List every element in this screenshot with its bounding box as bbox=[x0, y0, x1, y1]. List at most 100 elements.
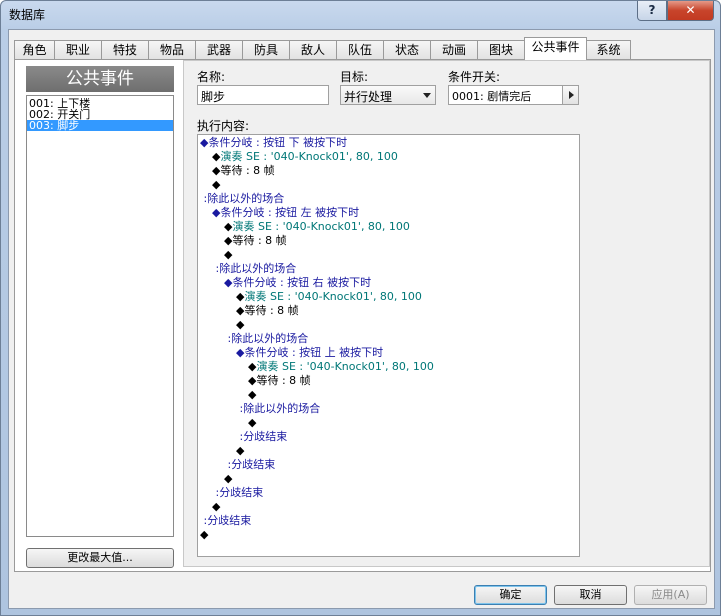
command-row[interactable]: ◆ bbox=[236, 318, 244, 332]
command-row[interactable]: :分歧结束 bbox=[236, 430, 287, 444]
command-text: :分歧结束 bbox=[224, 458, 276, 471]
command-text: :分歧结束 bbox=[236, 430, 288, 443]
name-label: 名称: bbox=[197, 70, 226, 84]
window-title: 数据库 bbox=[9, 8, 46, 22]
command-row[interactable]: ◆ bbox=[212, 500, 220, 514]
tab-6[interactable]: 敌人 bbox=[289, 40, 337, 59]
tab-2[interactable]: 特技 bbox=[101, 40, 149, 59]
command-row[interactable]: ◆演奏 SE : '040-Knock01', 80, 100 bbox=[248, 360, 434, 374]
command-row[interactable]: ◆条件分岐 : 按钮 上 被按下时 bbox=[236, 346, 383, 360]
tab-11[interactable]: 公共事件 bbox=[524, 37, 587, 60]
event-list[interactable]: 001: 上下楼 002: 开关门 003: 脚步 bbox=[26, 95, 174, 537]
list-item[interactable]: 003: 脚步 bbox=[27, 120, 173, 131]
command-row[interactable]: ◆ bbox=[224, 472, 232, 486]
help-button[interactable]: ? bbox=[637, 1, 667, 21]
command-text: :除此以外的场合 bbox=[224, 332, 309, 345]
command-row[interactable]: ◆等待 : 8 帧 bbox=[248, 374, 311, 388]
command-text: :除此以外的场合 bbox=[212, 262, 297, 275]
switch-picker-button[interactable] bbox=[562, 86, 578, 104]
command-row[interactable]: ◆等待 : 8 帧 bbox=[236, 304, 299, 318]
command-text: ◆ bbox=[212, 178, 221, 191]
tab-10[interactable]: 图块 bbox=[477, 40, 525, 59]
command-text: ◆等待 : 8 帧 bbox=[248, 374, 311, 387]
tab-0[interactable]: 角色 bbox=[14, 40, 55, 59]
command-text: :分歧结束 bbox=[212, 486, 264, 499]
command-text: ◆ bbox=[248, 416, 257, 429]
apply-button[interactable]: 应用(A) bbox=[634, 585, 707, 605]
tab-1[interactable]: 职业 bbox=[54, 40, 102, 59]
list-item[interactable]: 002: 开关门 bbox=[27, 109, 173, 120]
command-text: ◆ bbox=[212, 500, 221, 513]
command-text: ◆ bbox=[236, 318, 245, 331]
command-row[interactable]: ◆ bbox=[212, 178, 220, 192]
command-row[interactable]: :分歧结束 bbox=[224, 458, 275, 472]
command-text: ◆ bbox=[224, 248, 233, 261]
content-label: 执行内容: bbox=[197, 119, 250, 133]
command-text: ◆条件分岐 : 按钮 下 被按下时 bbox=[200, 136, 348, 149]
command-row[interactable]: ◆ bbox=[236, 444, 244, 458]
command-text: ◆ bbox=[248, 388, 257, 401]
command-row[interactable]: ◆等待 : 8 帧 bbox=[224, 234, 287, 248]
command-row[interactable]: ◆条件分岐 : 按钮 右 被按下时 bbox=[224, 276, 371, 290]
command-text: ◆ bbox=[200, 528, 209, 541]
command-row[interactable]: ◆等待 : 8 帧 bbox=[212, 164, 275, 178]
tab-7[interactable]: 队伍 bbox=[336, 40, 384, 59]
tab-3[interactable]: 物品 bbox=[148, 40, 196, 59]
command-row[interactable]: :除此以外的场合 bbox=[224, 332, 308, 346]
command-text: :除此以外的场合 bbox=[236, 402, 321, 415]
command-text: ◆ bbox=[236, 444, 245, 457]
tab-8[interactable]: 状态 bbox=[383, 40, 431, 59]
command-text: ◆条件分岐 : 按钮 上 被按下时 bbox=[236, 346, 384, 359]
command-row[interactable]: ◆条件分岐 : 按钮 左 被按下时 bbox=[212, 206, 359, 220]
switch-label: 条件开关: bbox=[448, 70, 501, 84]
command-row[interactable]: ◆演奏 SE : '040-Knock01', 80, 100 bbox=[224, 220, 410, 234]
event-list-header: 公共事件 bbox=[26, 66, 174, 92]
command-text: :除此以外的场合 bbox=[200, 192, 285, 205]
cancel-button[interactable]: 取消 bbox=[554, 585, 627, 605]
command-row[interactable]: ◆条件分岐 : 按钮 下 被按下时 bbox=[200, 136, 347, 150]
target-select[interactable]: 并行处理 bbox=[340, 85, 436, 105]
command-text: ◆等待 : 8 帧 bbox=[224, 234, 287, 247]
common-events-panel: 公共事件 001: 上下楼 002: 开关门 003: 脚步 更改最大值... 名称… bbox=[14, 59, 711, 572]
target-label: 目标: bbox=[340, 70, 369, 84]
event-detail-panel: 名称: 脚步 目标: 并行处理 条件开关: 0001: 剧情完后 执行内容: ◆… bbox=[183, 60, 710, 567]
command-row[interactable]: :除此以外的场合 bbox=[236, 402, 320, 416]
command-text: ◆等待 : 8 帧 bbox=[236, 304, 299, 317]
command-row[interactable]: :分歧结束 bbox=[200, 514, 251, 528]
close-button[interactable]: ✕ bbox=[667, 1, 714, 21]
tab-12[interactable]: 系统 bbox=[586, 40, 631, 59]
change-max-button[interactable]: 更改最大值... bbox=[26, 548, 174, 568]
command-text: :分歧结束 bbox=[200, 514, 252, 527]
command-row[interactable]: ◆ bbox=[200, 528, 208, 542]
ok-button[interactable]: 确定 bbox=[474, 585, 547, 605]
command-row[interactable]: ◆ bbox=[248, 416, 256, 430]
command-text: ◆等待 : 8 帧 bbox=[212, 164, 275, 177]
command-se-text: 演奏 SE : '040-Knock01', 80, 100 bbox=[232, 220, 410, 233]
command-row[interactable]: ◆ bbox=[248, 388, 256, 402]
command-row[interactable]: ◆演奏 SE : '040-Knock01', 80, 100 bbox=[212, 150, 398, 164]
command-row[interactable]: ◆演奏 SE : '040-Knock01', 80, 100 bbox=[236, 290, 422, 304]
tab-9[interactable]: 动画 bbox=[430, 40, 478, 59]
command-text: ◆ bbox=[224, 472, 233, 485]
command-row[interactable]: ◆ bbox=[224, 248, 232, 262]
command-row[interactable]: :除此以外的场合 bbox=[212, 262, 296, 276]
condition-switch-value: 0001: 剧情完后 bbox=[452, 90, 532, 103]
command-se-text: 演奏 SE : '040-Knock01', 80, 100 bbox=[256, 360, 434, 373]
database-window: 数据库 ? ✕ 角色 职业 特技 物品 武器 防具 敌人 队伍 状态 动画 图块 公共事件 系统 公共事… bbox=[0, 0, 721, 616]
target-select-value: 并行处理 bbox=[344, 90, 393, 104]
condition-switch-field[interactable]: 0001: 剧情完后 bbox=[448, 85, 579, 105]
command-text: ◆条件分岐 : 按钮 右 被按下时 bbox=[224, 276, 372, 289]
command-row[interactable]: :除此以外的场合 bbox=[200, 192, 284, 206]
tab-strip: 角色 职业 特技 物品 武器 防具 敌人 队伍 状态 动画 图块 公共事件 系统 bbox=[14, 37, 714, 60]
command-text: ◆条件分岐 : 按钮 左 被按下时 bbox=[212, 206, 360, 219]
list-item[interactable]: 001: 上下楼 bbox=[27, 98, 173, 109]
triangle-right-icon bbox=[569, 91, 574, 99]
name-input[interactable]: 脚步 bbox=[197, 85, 329, 105]
tab-4[interactable]: 武器 bbox=[195, 40, 243, 59]
tab-5[interactable]: 防具 bbox=[242, 40, 290, 59]
chevron-down-icon bbox=[423, 93, 431, 98]
command-se-text: 演奏 SE : '040-Knock01', 80, 100 bbox=[244, 290, 422, 303]
command-row[interactable]: :分歧结束 bbox=[212, 486, 263, 500]
event-commands-list[interactable]: ◆条件分岐 : 按钮 下 被按下时 ◆演奏 SE : '040-Knock01',… bbox=[197, 134, 580, 557]
title-bar[interactable]: 数据库 ? ✕ bbox=[1, 1, 720, 29]
